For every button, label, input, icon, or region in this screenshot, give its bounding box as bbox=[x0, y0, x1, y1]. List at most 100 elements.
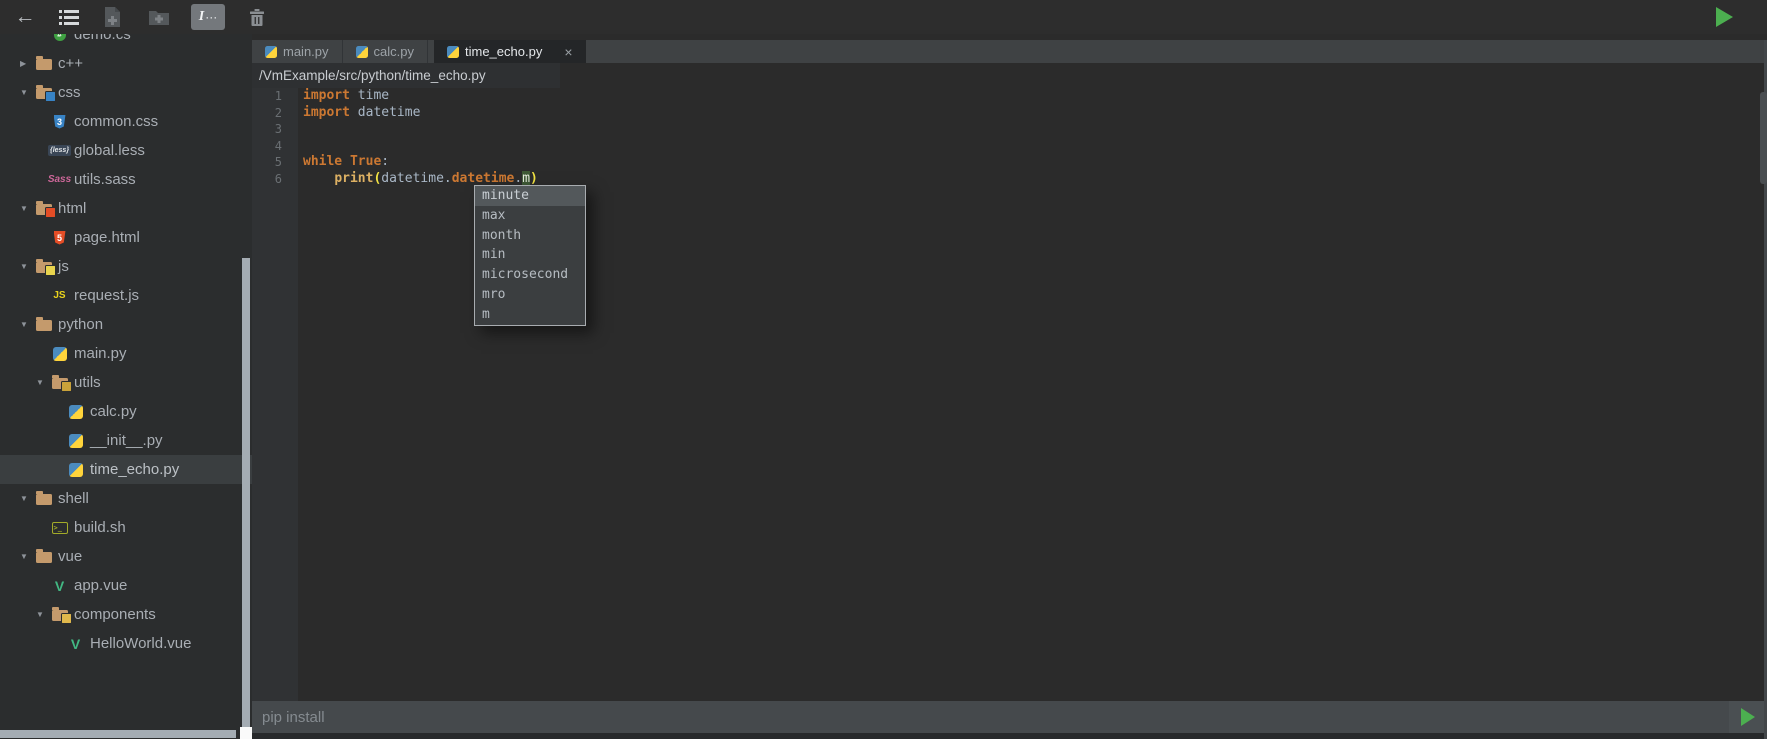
tab-main-py[interactable]: main.py bbox=[252, 40, 343, 63]
sidebar-horizontal-scrollbar[interactable] bbox=[0, 730, 236, 738]
tree-item-label: vue bbox=[58, 548, 82, 565]
chevron-down-icon[interactable]: ▼ bbox=[20, 494, 34, 503]
code-token: time bbox=[350, 88, 389, 103]
tree-item-label: c++ bbox=[58, 55, 83, 72]
code-token: print bbox=[334, 171, 373, 186]
code-token: m bbox=[522, 171, 530, 186]
delete-icon[interactable] bbox=[245, 0, 269, 34]
tree-item-demo-cs[interactable]: #demo.cs bbox=[0, 34, 252, 49]
folder-icon bbox=[34, 548, 53, 565]
tree-folder-python[interactable]: ▼ python bbox=[0, 310, 252, 339]
tree-item-utils-sass[interactable]: Sassutils.sass bbox=[0, 165, 252, 194]
chevron-down-icon[interactable]: ▼ bbox=[20, 88, 34, 97]
close-icon[interactable]: × bbox=[564, 45, 572, 59]
chevron-down-icon[interactable]: ▼ bbox=[20, 262, 34, 271]
tree-item--init-py[interactable]: __init__.py bbox=[0, 426, 252, 455]
chevron-down-icon[interactable]: ▼ bbox=[20, 204, 34, 213]
tree-folder-css[interactable]: ▼css bbox=[0, 78, 252, 107]
tree-item-time-echo-py[interactable]: time_echo.py bbox=[0, 455, 252, 484]
autocomplete-item[interactable]: month bbox=[475, 226, 585, 246]
autocomplete-item[interactable]: minute bbox=[475, 186, 585, 206]
css-badge-icon bbox=[45, 91, 56, 102]
tab-time-echo-py[interactable]: time_echo.py × bbox=[434, 40, 586, 63]
python-file-icon bbox=[69, 434, 83, 448]
file-list-icon[interactable] bbox=[56, 0, 82, 34]
back-icon[interactable]: ← bbox=[12, 0, 38, 34]
python-file-icon bbox=[265, 46, 277, 58]
chevron-down-icon[interactable]: ▼ bbox=[36, 378, 50, 387]
tree-item-main-py[interactable]: main.py bbox=[0, 339, 252, 368]
run-icon[interactable] bbox=[1716, 7, 1733, 27]
new-file-icon[interactable] bbox=[99, 0, 125, 34]
autocomplete-item[interactable]: min bbox=[475, 245, 585, 265]
folder-icon bbox=[36, 320, 52, 331]
tree-item-label: calc.py bbox=[90, 403, 137, 420]
tree-item-label: main.py bbox=[74, 345, 127, 362]
folder-icon bbox=[50, 374, 69, 391]
folder-icon bbox=[36, 262, 52, 273]
chevron-down-icon[interactable]: ▼ bbox=[36, 610, 50, 619]
breadcrumb[interactable]: /VmExample/src/python/time_echo.py bbox=[252, 68, 486, 83]
folder-icon bbox=[52, 610, 68, 621]
tree-folder-shell[interactable]: ▼ shell bbox=[0, 484, 252, 513]
tree-item-label: app.vue bbox=[74, 577, 127, 594]
command-run-button[interactable] bbox=[1729, 701, 1767, 733]
components-badge-icon bbox=[61, 613, 72, 624]
tree-item-label: components bbox=[74, 606, 156, 623]
tree-item-label: global.less bbox=[74, 142, 145, 159]
tab-label: time_echo.py bbox=[465, 44, 542, 59]
folder-icon bbox=[34, 84, 53, 101]
code-token bbox=[342, 154, 350, 169]
code-token: . bbox=[444, 171, 452, 186]
tree-item-helloworld-vue[interactable]: VHelloWorld.vue bbox=[0, 629, 252, 658]
folder-icon bbox=[36, 552, 52, 563]
tree-item-label: utils bbox=[74, 374, 101, 391]
tree-item-label: page.html bbox=[74, 229, 140, 246]
tree-item-build-sh[interactable]: >_build.sh bbox=[0, 513, 252, 542]
autocomplete-item[interactable]: max bbox=[475, 206, 585, 226]
rename-icon[interactable]: I··· bbox=[191, 4, 225, 30]
sidebar-vertical-scrollbar[interactable] bbox=[242, 258, 250, 731]
css3-file-icon: 3 bbox=[54, 115, 66, 129]
autocomplete-item[interactable]: m bbox=[475, 305, 585, 325]
html5-file-icon: 5 bbox=[54, 231, 66, 245]
tree-item-global-less[interactable]: {less}global.less bbox=[0, 136, 252, 165]
tree-folder-js[interactable]: ▼js bbox=[0, 252, 252, 281]
folder-icon bbox=[34, 490, 53, 507]
tree-item-page-html[interactable]: 5 page.html bbox=[0, 223, 252, 252]
autocomplete-item[interactable]: mro bbox=[475, 285, 585, 305]
chevron-down-icon[interactable]: ▼ bbox=[20, 552, 34, 561]
tree-folder-utils[interactable]: ▼ utils bbox=[0, 368, 252, 397]
tree-folder-html[interactable]: ▼html bbox=[0, 194, 252, 223]
tree-folder-components[interactable]: ▼ components bbox=[0, 600, 252, 629]
tab-calc-py[interactable]: calc.py bbox=[343, 40, 428, 63]
tree-item-calc-py[interactable]: calc.py bbox=[0, 397, 252, 426]
html5-file-icon: 5 bbox=[50, 229, 69, 246]
code-token: ) bbox=[530, 171, 538, 186]
vue-file-icon: V bbox=[55, 578, 64, 594]
csharp-file-icon: # bbox=[50, 34, 69, 43]
line-number: 1 bbox=[252, 88, 298, 105]
autocomplete-popup: minutemaxmonthminmicrosecondmrom bbox=[474, 185, 586, 326]
tree-folder-vue[interactable]: ▼ vue bbox=[0, 542, 252, 571]
chevron-down-icon[interactable]: ▼ bbox=[20, 320, 34, 329]
new-folder-icon[interactable] bbox=[145, 0, 173, 34]
tree-item-app-vue[interactable]: Vapp.vue bbox=[0, 571, 252, 600]
code-area[interactable]: import timeimport datetimewhile True: pr… bbox=[298, 88, 1757, 701]
python-file-icon bbox=[69, 463, 83, 477]
tree-item-label: python bbox=[58, 316, 103, 333]
less-file-icon: {less} bbox=[48, 145, 71, 156]
code-token: import bbox=[303, 88, 350, 103]
chevron-right-icon[interactable]: ▶ bbox=[20, 59, 34, 68]
autocomplete-item[interactable]: microsecond bbox=[475, 265, 585, 285]
code-line bbox=[303, 138, 1757, 155]
editor-scrollbar-thumb[interactable] bbox=[1760, 92, 1767, 184]
folder-icon bbox=[34, 55, 53, 72]
command-input[interactable]: pip install bbox=[252, 709, 325, 726]
tree-item-common-css[interactable]: 3common.css bbox=[0, 107, 252, 136]
tree-item-label: shell bbox=[58, 490, 89, 507]
line-number: 4 bbox=[252, 138, 298, 155]
tree-item-request-js[interactable]: JSrequest.js bbox=[0, 281, 252, 310]
tree-folder-c-[interactable]: ▶ c++ bbox=[0, 49, 252, 78]
python-file-icon bbox=[356, 46, 368, 58]
